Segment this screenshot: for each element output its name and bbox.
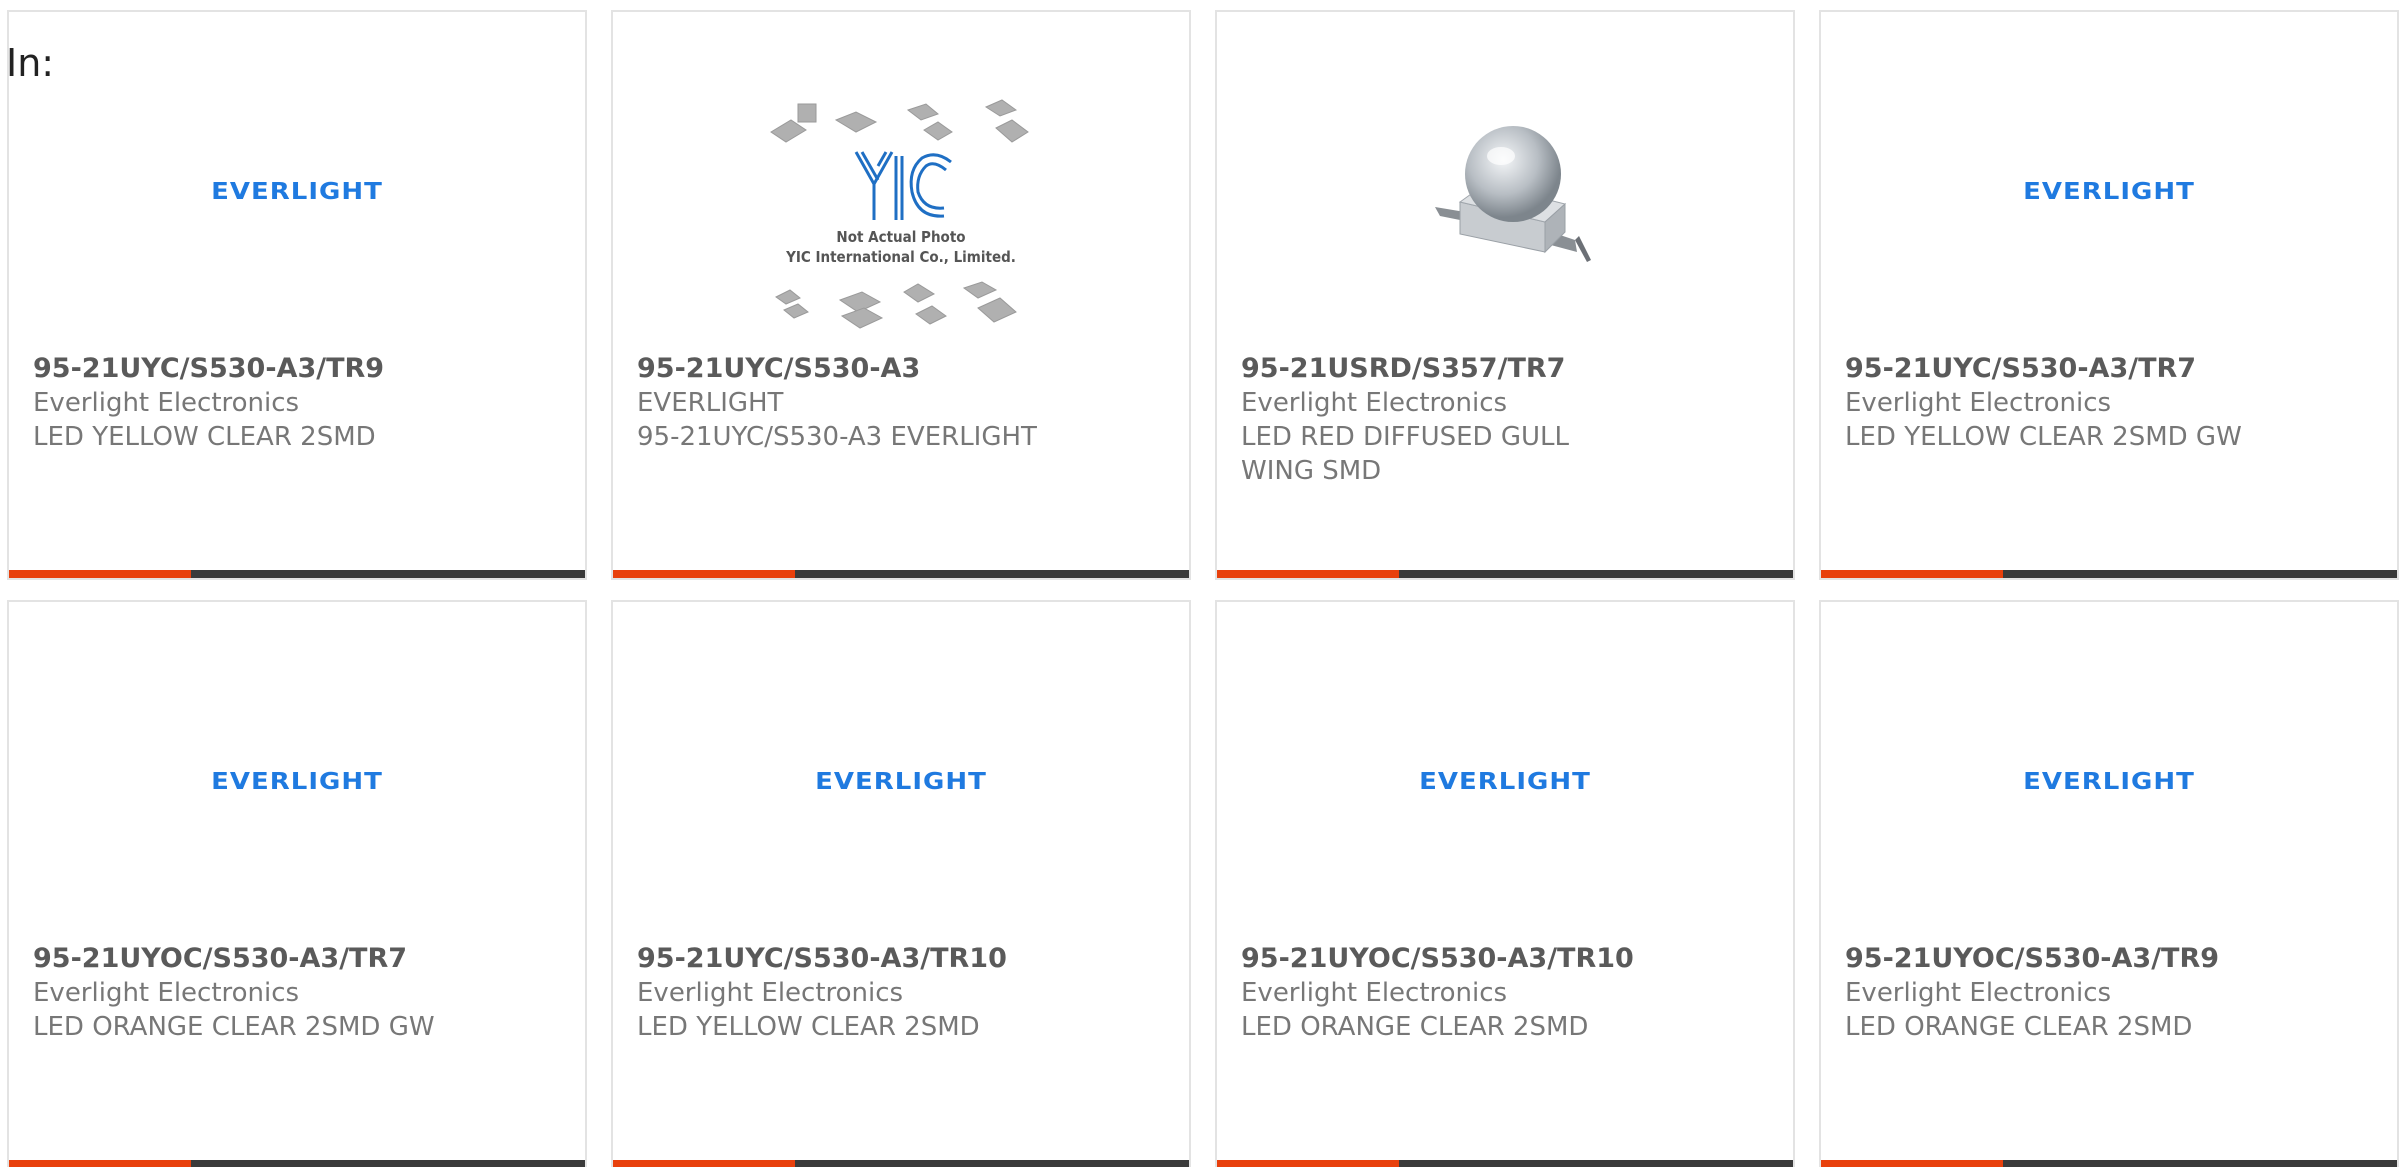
description: LED YELLOW CLEAR 2SMD bbox=[33, 422, 376, 452]
card-footer-accent bbox=[1821, 570, 2003, 578]
product-card[interactable]: Not Actual Photo YIC International Co., … bbox=[611, 10, 1191, 580]
description: LED YELLOW CLEAR 2SMD GW bbox=[1845, 422, 2242, 452]
everlight-logo: EVERLIGHT bbox=[815, 768, 987, 796]
card-footer-bar bbox=[1217, 1160, 1793, 1167]
part-number[interactable]: 95-21USRD/S357/TR7 bbox=[1241, 352, 1643, 386]
manufacturer: Everlight Electronics bbox=[1241, 388, 1508, 418]
product-grid: EVERLIGHT 95-21UYC/S530-A3/TR9 Everlight… bbox=[7, 10, 2400, 1167]
product-card[interactable]: EVERLIGHT 95-21UYC/S530-A3/TR7 Everlight… bbox=[1819, 10, 2399, 580]
manufacturer: Everlight Electronics bbox=[33, 978, 300, 1008]
yic-logo bbox=[854, 151, 952, 220]
everlight-logo: EVERLIGHT bbox=[2023, 178, 2195, 206]
manufacturer: EVERLIGHT bbox=[637, 388, 784, 418]
card-footer-accent bbox=[9, 1160, 191, 1167]
card-footer-bar bbox=[9, 1160, 585, 1167]
card-footer-accent bbox=[613, 1160, 795, 1167]
in-label: In: bbox=[6, 41, 55, 85]
product-image: EVERLIGHT bbox=[613, 682, 1189, 882]
product-card[interactable]: EVERLIGHT 95-21UYOC/S530-A3/TR7 Everligh… bbox=[7, 600, 587, 1167]
part-number[interactable]: 95-21UYC/S530-A3/TR10 bbox=[637, 942, 1039, 976]
product-card[interactable]: 95-21USRD/S357/TR7 Everlight Electronics… bbox=[1215, 10, 1795, 580]
part-number[interactable]: 95-21UYC/S530-A3/TR7 bbox=[1845, 352, 2247, 386]
results-page: In: EVERLIGHT 95-21UYC/S530-A3/TR9 Everl… bbox=[0, 0, 2400, 1167]
everlight-logo: EVERLIGHT bbox=[2023, 768, 2195, 796]
manufacturer: Everlight Electronics bbox=[1845, 978, 2112, 1008]
card-footer-accent bbox=[1217, 1160, 1399, 1167]
everlight-logo: EVERLIGHT bbox=[211, 178, 383, 206]
description: LED YELLOW CLEAR 2SMD bbox=[637, 1012, 980, 1042]
card-footer-bar bbox=[1217, 570, 1793, 578]
product-image: EVERLIGHT bbox=[1821, 92, 2397, 292]
product-card[interactable]: EVERLIGHT 95-21UYC/S530-A3/TR10 Everligh… bbox=[611, 600, 1191, 1167]
product-card[interactable]: EVERLIGHT 95-21UYC/S530-A3/TR9 Everlight… bbox=[7, 10, 587, 580]
description: LED RED DIFFUSED GULL WING SMD bbox=[1241, 422, 1569, 486]
card-footer-accent bbox=[1821, 1160, 2003, 1167]
part-number[interactable]: 95-21UYOC/S530-A3/TR7 bbox=[33, 942, 435, 976]
part-number[interactable]: 95-21UYC/S530-A3/TR9 bbox=[33, 352, 435, 386]
product-image: EVERLIGHT bbox=[1821, 682, 2397, 882]
manufacturer: Everlight Electronics bbox=[33, 388, 300, 418]
product-image bbox=[1217, 92, 1793, 292]
description: 95-21UYC/S530-A3 EVERLIGHT bbox=[637, 422, 1037, 452]
product-image: EVERLIGHT bbox=[9, 92, 585, 292]
everlight-logo: EVERLIGHT bbox=[211, 768, 383, 796]
manufacturer: Everlight Electronics bbox=[637, 978, 904, 1008]
description: LED ORANGE CLEAR 2SMD GW bbox=[33, 1012, 435, 1042]
description: LED ORANGE CLEAR 2SMD bbox=[1845, 1012, 2193, 1042]
manufacturer: Everlight Electronics bbox=[1845, 388, 2112, 418]
card-footer-bar bbox=[613, 1160, 1189, 1167]
card-footer-bar bbox=[1821, 570, 2397, 578]
product-card[interactable]: EVERLIGHT 95-21UYOC/S530-A3/TR9 Everligh… bbox=[1819, 600, 2399, 1167]
part-number[interactable]: 95-21UYOC/S530-A3/TR9 bbox=[1845, 942, 2247, 976]
product-image: EVERLIGHT bbox=[9, 682, 585, 882]
card-footer-accent bbox=[9, 570, 191, 578]
product-card[interactable]: EVERLIGHT 95-21UYOC/S530-A3/TR10 Everlig… bbox=[1215, 600, 1795, 1167]
image-note-line1: Not Actual Photo bbox=[836, 228, 965, 246]
part-number[interactable]: 95-21UYC/S530-A3 bbox=[637, 352, 1039, 386]
everlight-logo: EVERLIGHT bbox=[1419, 768, 1591, 796]
card-footer-accent bbox=[613, 570, 795, 578]
card-footer-bar bbox=[613, 570, 1189, 578]
card-footer-accent bbox=[1217, 570, 1399, 578]
card-footer-bar bbox=[9, 570, 585, 578]
part-number[interactable]: 95-21UYOC/S530-A3/TR10 bbox=[1241, 942, 1643, 976]
image-note-line2: YIC International Co., Limited. bbox=[785, 248, 1016, 266]
product-image: EVERLIGHT bbox=[1217, 682, 1793, 882]
yic-placeholder-image: Not Actual Photo YIC International Co., … bbox=[770, 99, 1029, 329]
description: LED ORANGE CLEAR 2SMD bbox=[1241, 1012, 1589, 1042]
manufacturer: Everlight Electronics bbox=[1241, 978, 1508, 1008]
card-footer-bar bbox=[1821, 1160, 2397, 1167]
product-image: Not Actual Photo YIC International Co., … bbox=[613, 92, 1189, 352]
led-photo bbox=[1435, 126, 1591, 262]
